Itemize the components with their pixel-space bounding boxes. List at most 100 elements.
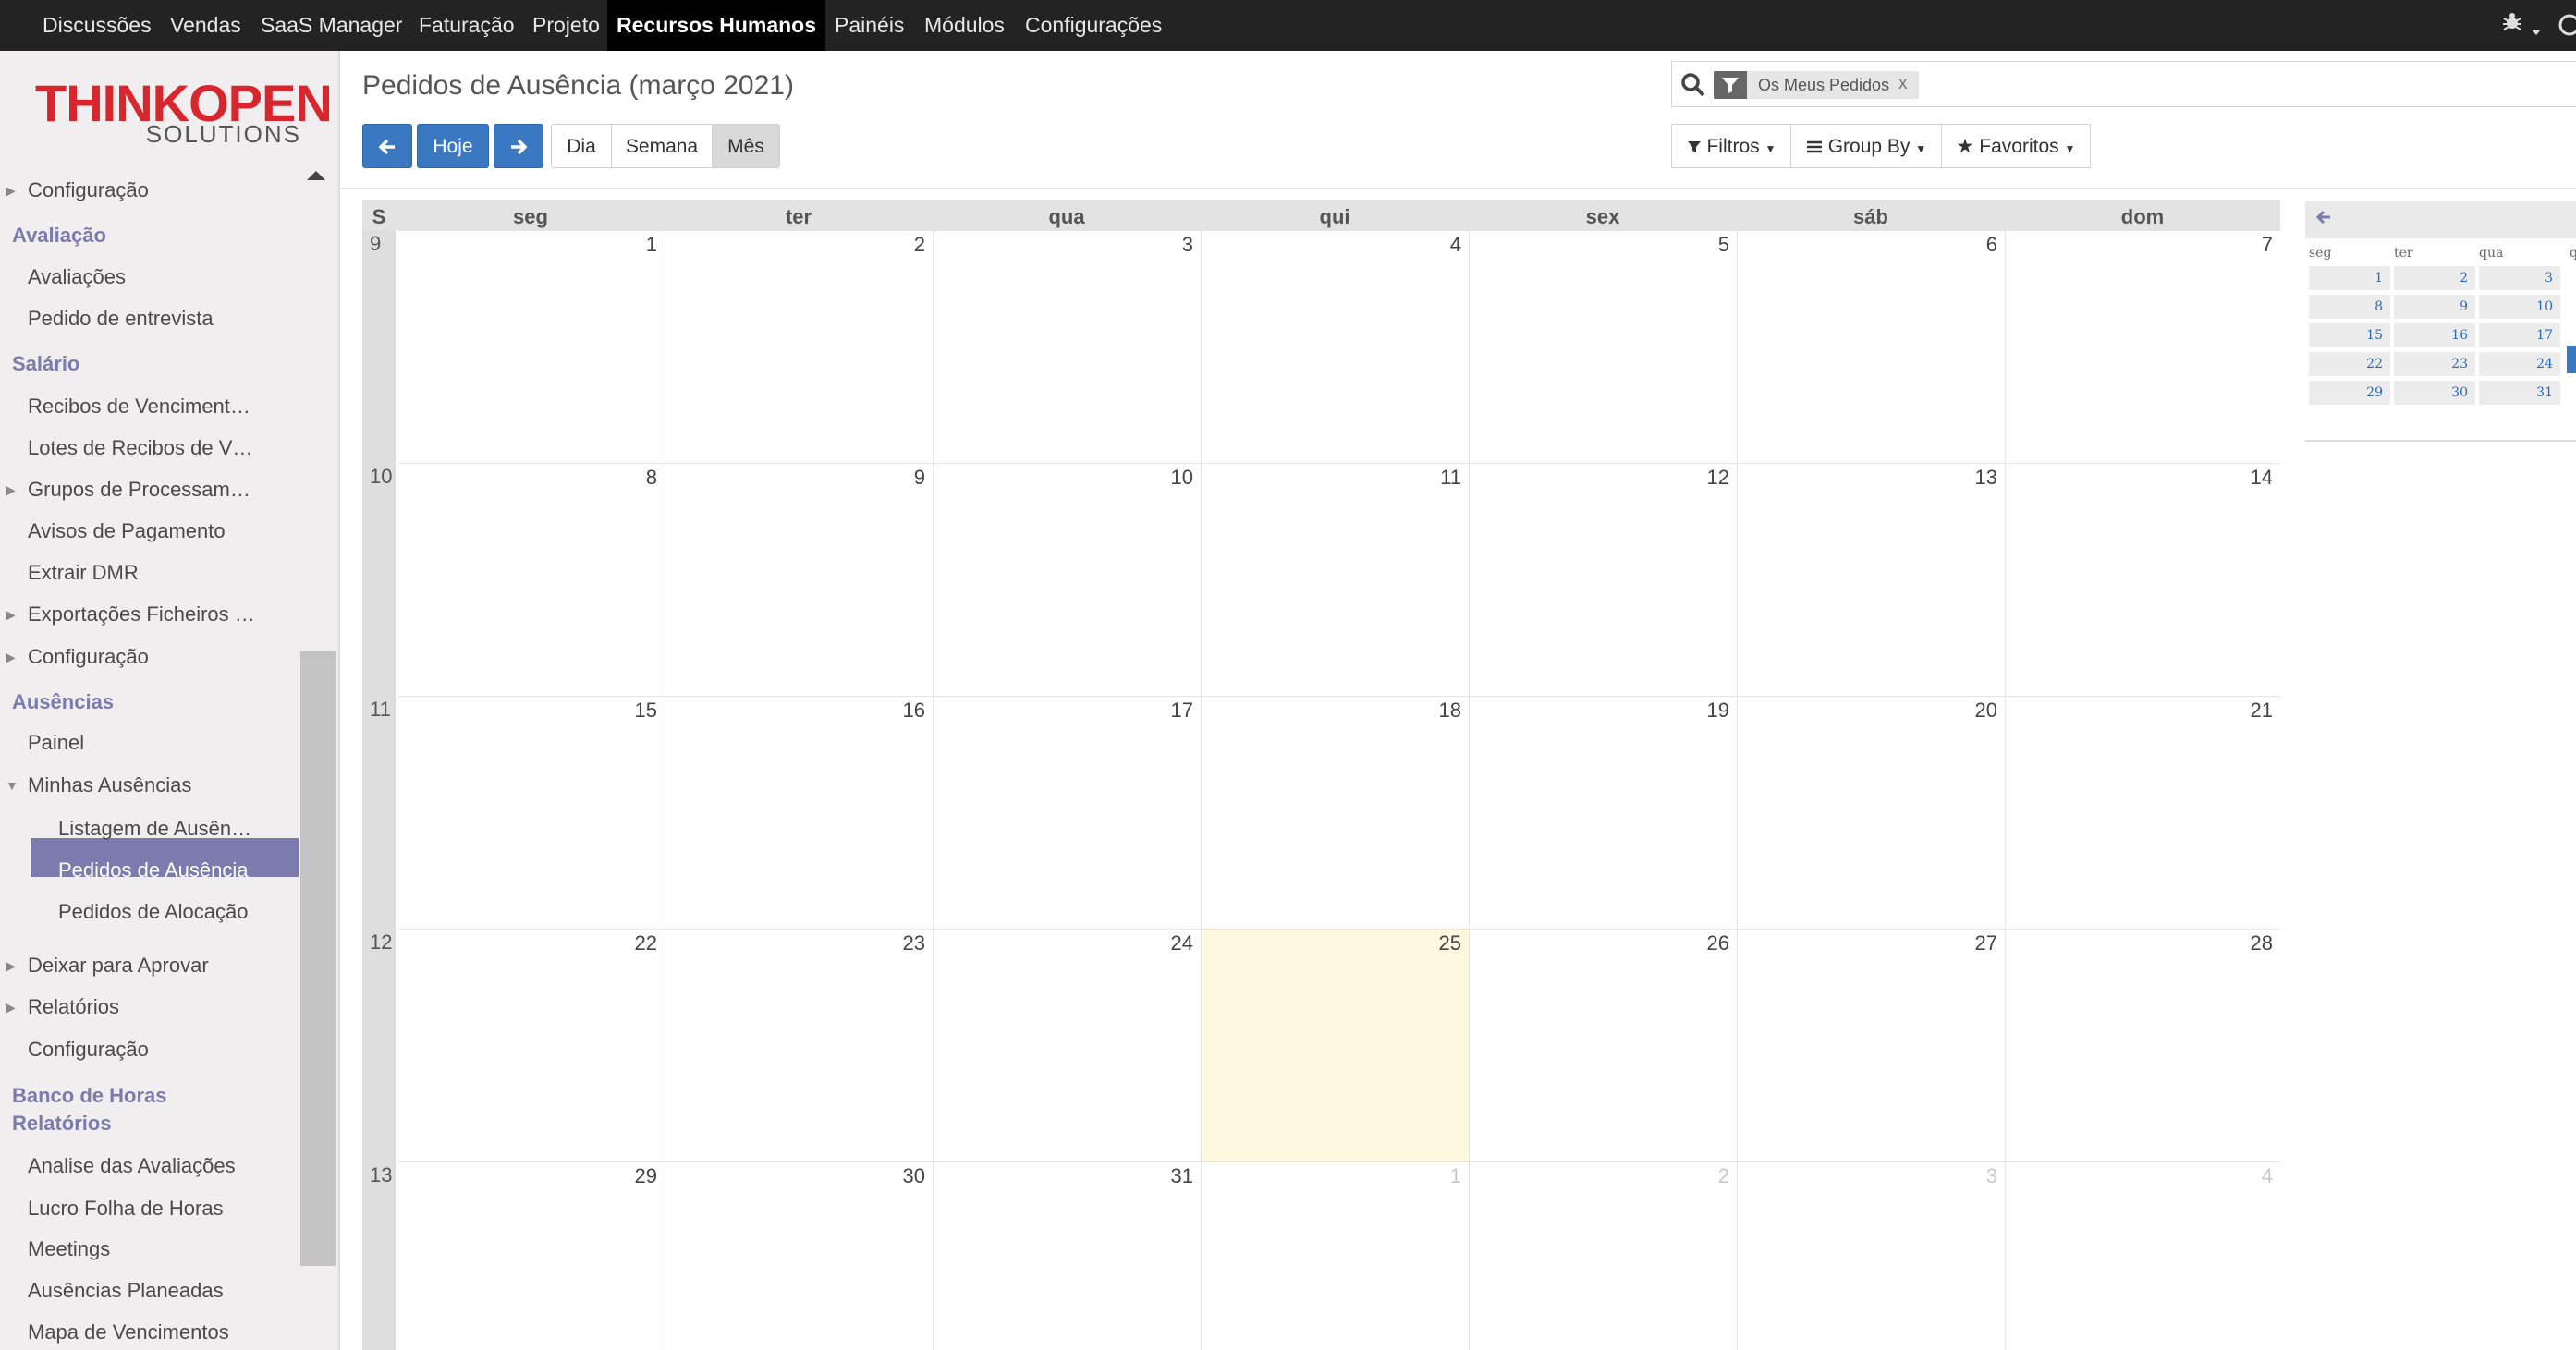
day-cell[interactable]: 3: [933, 230, 1201, 463]
day-cell[interactable]: 12: [1469, 463, 1737, 696]
caret-right-icon[interactable]: ▶: [6, 650, 16, 665]
company-logo[interactable]: THINKOPEN SOLUTIONS: [35, 73, 333, 149]
mini-day[interactable]: 9: [2394, 295, 2475, 319]
day-cell[interactable]: 6: [1737, 230, 2005, 463]
filters-button[interactable]: Filtros ▼: [1671, 124, 1791, 168]
day-cell[interactable]: 4: [1201, 230, 1469, 463]
user-avatar-icon[interactable]: [2558, 14, 2576, 43]
view-day-button[interactable]: Dia: [551, 124, 612, 168]
menu-item[interactable]: Configurações: [1019, 0, 1167, 51]
sidebar-item[interactable]: Analise das Avaliações: [28, 1154, 236, 1178]
mini-calendar-prev-button[interactable]: [2314, 207, 2333, 233]
day-cell[interactable]: 10: [933, 463, 1201, 696]
day-cell[interactable]: 3: [1737, 1161, 2005, 1350]
day-cell[interactable]: 23: [665, 929, 933, 1161]
caret-right-icon[interactable]: ▶: [6, 1000, 16, 1016]
day-cell[interactable]: 24: [933, 929, 1201, 1161]
view-month-button[interactable]: Mês: [712, 124, 780, 168]
sidebar-item-active[interactable]: Pedidos de Ausência: [58, 858, 249, 882]
sidebar-item[interactable]: Relatórios: [28, 995, 119, 1019]
day-cell-today[interactable]: 25: [1201, 929, 1469, 1161]
mini-day[interactable]: 29: [2309, 381, 2390, 405]
sidebar-item[interactable]: Pedidos de Alocação: [58, 900, 249, 924]
sidebar-item[interactable]: Avaliações: [28, 265, 126, 289]
sidebar-section-header[interactable]: Salário: [12, 352, 79, 376]
sidebar-item[interactable]: Grupos de Processam…: [28, 478, 250, 502]
next-button[interactable]: [494, 124, 543, 168]
sidebar-item[interactable]: Painel: [28, 731, 84, 755]
facet-remove-button[interactable]: x: [1898, 74, 1908, 94]
sidebar-item[interactable]: Configuração: [28, 645, 149, 669]
mini-day[interactable]: 24: [2479, 352, 2560, 376]
menu-item[interactable]: Painéis: [829, 0, 910, 51]
mini-day[interactable]: 8: [2309, 295, 2390, 319]
menu-item[interactable]: Vendas: [165, 0, 247, 51]
day-cell[interactable]: 17: [933, 696, 1201, 929]
day-cell[interactable]: 8: [397, 463, 665, 696]
day-cell[interactable]: 1: [1201, 1161, 1469, 1350]
previous-button[interactable]: [362, 124, 412, 168]
search-icon[interactable]: [1680, 72, 1706, 103]
sidebar-section-header[interactable]: Banco de Horas: [12, 1084, 167, 1108]
day-cell[interactable]: 14: [2005, 463, 2280, 696]
caret-right-icon[interactable]: ▶: [6, 958, 16, 974]
menu-item[interactable]: Projeto: [527, 0, 605, 51]
menu-item[interactable]: SaaS Manager: [255, 0, 408, 51]
sidebar-item[interactable]: Pedido de entrevista: [28, 307, 214, 331]
mini-day[interactable]: 3: [2479, 266, 2560, 290]
day-cell[interactable]: 30: [665, 1161, 933, 1350]
sidebar-item[interactable]: Configuração: [28, 178, 149, 202]
day-cell[interactable]: 4: [2005, 1161, 2280, 1350]
sidebar-item[interactable]: Ausências Planeadas: [28, 1279, 224, 1303]
sidebar-item[interactable]: Lotes de Recibos de V…: [28, 436, 252, 460]
mini-day[interactable]: 31: [2479, 381, 2560, 405]
day-cell[interactable]: 1: [397, 230, 665, 463]
mini-day[interactable]: 23: [2394, 352, 2475, 376]
caret-right-icon[interactable]: ▶: [6, 482, 16, 498]
bug-icon[interactable]: [2500, 10, 2530, 40]
sidebar-item[interactable]: Minhas Ausências: [28, 773, 191, 797]
mini-day[interactable]: 22: [2309, 352, 2390, 376]
day-cell[interactable]: 18: [1201, 696, 1469, 929]
day-cell[interactable]: 5: [1469, 230, 1737, 463]
view-week-button[interactable]: Semana: [611, 124, 713, 168]
caret-right-icon[interactable]: ▶: [6, 607, 16, 623]
today-button[interactable]: Hoje: [417, 124, 489, 168]
day-cell[interactable]: 31: [933, 1161, 1201, 1350]
favorites-button[interactable]: ★ Favoritos ▼: [1941, 124, 2091, 168]
menu-item[interactable]: Recursos Humanos: [607, 0, 826, 51]
sidebar-section-header[interactable]: Avaliação: [12, 224, 106, 248]
sidebar-section-header[interactable]: Relatórios: [12, 1112, 112, 1136]
day-cell[interactable]: 28: [2005, 929, 2280, 1161]
scroll-up-icon[interactable]: [307, 171, 325, 180]
menu-item[interactable]: Módulos: [919, 0, 1010, 51]
sidebar-item[interactable]: Mapa de Vencimentos: [28, 1320, 229, 1344]
sidebar-item[interactable]: Deixar para Aprovar: [28, 954, 209, 978]
day-cell[interactable]: 2: [665, 230, 933, 463]
group-by-button[interactable]: Group By ▼: [1790, 124, 1942, 168]
menu-item[interactable]: Faturação: [413, 0, 520, 51]
day-cell[interactable]: 16: [665, 696, 933, 929]
sidebar-item[interactable]: Exportações Ficheiros …: [28, 602, 255, 626]
day-cell[interactable]: 21: [2005, 696, 2280, 929]
mini-day[interactable]: 15: [2309, 323, 2390, 347]
sidebar-item[interactable]: Avisos de Pagamento: [28, 519, 226, 543]
caret-right-icon[interactable]: ▶: [6, 183, 16, 199]
day-cell[interactable]: 9: [665, 463, 933, 696]
mini-day[interactable]: 30: [2394, 381, 2475, 405]
day-cell[interactable]: 19: [1469, 696, 1737, 929]
day-cell[interactable]: 26: [1469, 929, 1737, 1161]
day-cell[interactable]: 29: [397, 1161, 665, 1350]
day-cell[interactable]: 11: [1201, 463, 1469, 696]
sidebar-scrollbar[interactable]: [300, 651, 336, 1266]
mini-day[interactable]: 10: [2479, 295, 2560, 319]
caret-down-icon[interactable]: ▼: [6, 778, 18, 793]
mini-day[interactable]: 1: [2309, 266, 2390, 290]
mini-day[interactable]: 17: [2479, 323, 2560, 347]
sidebar-item[interactable]: Listagem de Ausên…: [58, 817, 251, 841]
sidebar-item[interactable]: Extrair DMR: [28, 561, 139, 585]
menu-item[interactable]: Discussões: [37, 0, 157, 51]
day-cell[interactable]: 20: [1737, 696, 2005, 929]
sidebar-item[interactable]: Meetings: [28, 1237, 110, 1261]
day-cell[interactable]: 7: [2005, 230, 2280, 463]
